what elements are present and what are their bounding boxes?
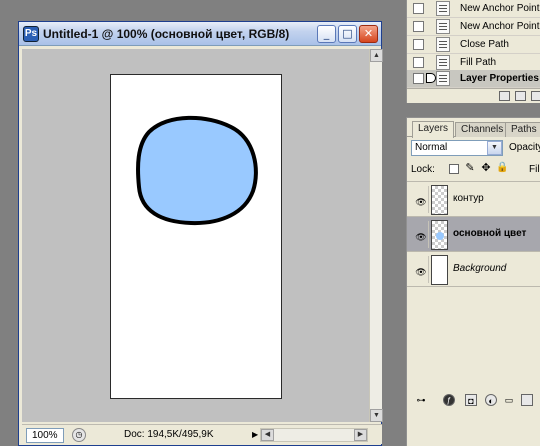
visibility-toggle[interactable]: 👁	[409, 221, 429, 248]
chevron-down-icon[interactable]: ▼	[487, 141, 502, 155]
document-window: Ps Untitled-1 @ 100% (основной цвет, RGB…	[18, 21, 383, 446]
scroll-right-icon[interactable]: ▶	[354, 429, 367, 441]
history-state-slider-icon[interactable]	[426, 73, 436, 83]
layers-panel: Layers Channels Paths Normal ▼ Opacity L…	[406, 117, 540, 446]
history-item-label: New Anchor Point	[460, 21, 540, 32]
layer-thumbnail	[431, 220, 448, 250]
layer-thumbnail	[431, 185, 448, 215]
history-item[interactable]: New Anchor Point	[407, 18, 540, 36]
history-panel: New Anchor Point New Anchor Point Close …	[406, 0, 540, 103]
layer-thumbnail	[431, 255, 448, 285]
photoshop-doc-icon: Ps	[23, 26, 39, 42]
layer-row-kontur[interactable]: 👁 контур	[407, 181, 540, 217]
lock-label: Lock:	[411, 164, 435, 175]
history-item-label: Fill Path	[460, 57, 497, 68]
document-statusbar: 100% ◷ Doc: 194,5K/495,9K ▶ ◀ ▶	[22, 424, 382, 444]
eye-icon[interactable]: 👁	[415, 232, 427, 244]
thumbnail-shape	[436, 232, 444, 240]
layers-footer: ⊶ ƒ ◘ ◐ ▭	[407, 394, 540, 408]
visibility-toggle[interactable]: 👁	[409, 186, 429, 213]
history-item[interactable]: New Anchor Point	[407, 0, 540, 18]
eye-icon[interactable]: 👁	[415, 197, 427, 209]
new-layer-icon[interactable]	[521, 394, 533, 406]
minimize-button[interactable]: _	[317, 25, 336, 43]
history-snapshot-box[interactable]	[413, 3, 424, 14]
opacity-label: Opacity	[509, 142, 540, 153]
history-snapshot-box[interactable]	[413, 57, 424, 68]
tab-layers[interactable]: Layers	[412, 121, 455, 138]
scroll-up-icon[interactable]: ▲	[370, 49, 383, 62]
history-step-icon	[436, 1, 450, 16]
layer-name[interactable]: основной цвет	[453, 228, 526, 239]
zoom-field[interactable]: 100%	[26, 428, 64, 443]
layer-row-osnovnoy-tsvet[interactable]: 👁 основной цвет	[407, 216, 540, 252]
visibility-toggle[interactable]: 👁	[409, 256, 429, 283]
layer-row-background[interactable]: 👁 Background	[407, 251, 540, 287]
history-step-icon	[436, 37, 450, 52]
layer-name[interactable]: Background	[453, 263, 506, 274]
tab-channels[interactable]: Channels	[455, 122, 510, 137]
new-document-from-state-icon[interactable]	[499, 91, 510, 101]
scroll-down-icon[interactable]: ▼	[370, 409, 383, 422]
history-step-icon	[436, 71, 450, 86]
history-footer	[407, 88, 540, 103]
history-step-icon	[436, 55, 450, 70]
new-group-icon[interactable]: ▭	[503, 394, 515, 406]
link-layers-icon[interactable]: ⊶	[415, 394, 427, 406]
history-item-label: Layer Properties	[460, 73, 539, 84]
lock-row: Lock: ✎ ✥ 🔒 Fill	[411, 163, 540, 177]
layer-mask-icon[interactable]: ◘	[465, 394, 477, 406]
scroll-left-icon[interactable]: ◀	[261, 429, 274, 441]
document-title: Untitled-1 @ 100% (основной цвет, RGB/8)	[43, 27, 290, 41]
snapshot-icon[interactable]	[515, 91, 526, 101]
history-snapshot-box[interactable]	[413, 21, 424, 32]
status-info-icon[interactable]: ◷	[72, 428, 86, 442]
history-item[interactable]: Close Path	[407, 36, 540, 54]
status-menu-arrow-icon[interactable]: ▶	[252, 430, 258, 439]
layer-style-icon[interactable]: ƒ	[443, 394, 455, 406]
trash-icon[interactable]	[531, 91, 540, 101]
history-snapshot-box[interactable]	[413, 39, 424, 50]
doc-size-info: Doc: 194,5K/495,9K	[124, 429, 214, 440]
horizontal-scrollbar[interactable]: ◀ ▶	[260, 428, 368, 442]
lock-transparency-icon[interactable]	[449, 164, 459, 174]
history-item-label: Close Path	[460, 39, 509, 50]
panel-tabs: Layers Channels Paths	[407, 120, 540, 138]
canvas-area[interactable]	[22, 49, 369, 422]
history-item-active[interactable]: Layer Properties	[407, 70, 540, 88]
vertical-scrollbar[interactable]: ▲ ▼	[369, 49, 383, 422]
close-button[interactable]: ✕	[359, 25, 378, 43]
maximize-button[interactable]: □	[338, 25, 357, 43]
fill-label: Fill	[529, 164, 540, 175]
eye-icon[interactable]: 👁	[415, 267, 427, 279]
layer-name[interactable]: контур	[453, 193, 484, 204]
document-titlebar[interactable]: Ps Untitled-1 @ 100% (основной цвет, RGB…	[19, 22, 381, 46]
lock-image-brush-icon[interactable]: ✎	[465, 163, 475, 174]
circle-shape	[136, 115, 258, 226]
lock-position-move-icon[interactable]: ✥	[481, 163, 491, 174]
document-canvas[interactable]	[110, 74, 282, 399]
filled-shape-path	[136, 115, 258, 226]
lock-all-icon[interactable]: 🔒	[496, 163, 508, 174]
tab-paths[interactable]: Paths	[505, 122, 540, 137]
history-step-icon	[436, 19, 450, 34]
adjustment-layer-icon[interactable]: ◐	[485, 394, 497, 406]
history-item-label: New Anchor Point	[460, 3, 540, 14]
history-snapshot-box[interactable]	[413, 73, 424, 84]
